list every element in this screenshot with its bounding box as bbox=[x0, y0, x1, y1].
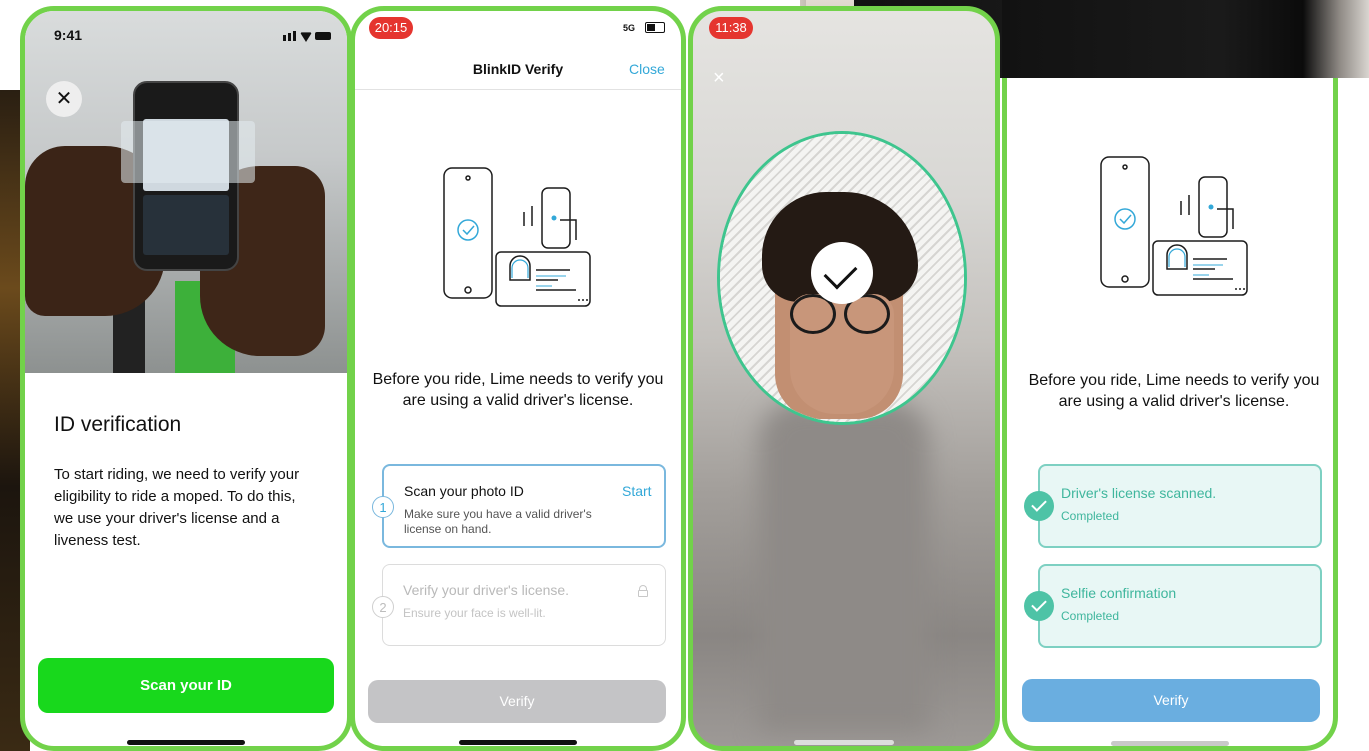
step-subtitle: Make sure you have a valid driver's lice… bbox=[404, 507, 592, 536]
blurred-body bbox=[759, 401, 929, 731]
step-license-scanned: Driver's license scanned. Completed bbox=[1038, 464, 1322, 548]
phone-screen-completed: Before you ride, Lime needs to verify yo… bbox=[1002, 0, 1338, 751]
home-indicator bbox=[459, 740, 577, 745]
lock-body bbox=[638, 590, 648, 597]
close-icon[interactable]: × bbox=[713, 67, 725, 90]
check-mark bbox=[1031, 496, 1047, 512]
step-status: Completed bbox=[1061, 609, 1120, 623]
step-subtitle: Ensure your face is well-lit. bbox=[403, 606, 546, 620]
phone-screen-id-verification: ✕ 9:41 ID verification To start riding, … bbox=[20, 6, 352, 751]
wifi-icon bbox=[300, 32, 312, 42]
phone-camera-lower bbox=[143, 195, 229, 255]
status-time: 9:41 bbox=[54, 27, 83, 43]
home-indicator bbox=[1111, 741, 1229, 746]
verify-button[interactable]: Verify bbox=[368, 680, 666, 723]
check-icon bbox=[1024, 491, 1054, 521]
signal-bar bbox=[288, 33, 291, 41]
battery-icon bbox=[645, 22, 665, 33]
phone-screen-blinkid: 20:15 5G BlinkID Verify Close Before you… bbox=[350, 6, 686, 751]
phone-screen-selfie: 11:38 × bbox=[688, 6, 1000, 751]
close-link[interactable]: Close bbox=[629, 61, 665, 77]
status-time: 11:38 bbox=[709, 17, 753, 39]
background-photo-top-right-overlay bbox=[1002, 0, 1369, 78]
verification-caption: Before you ride, Lime needs to verify yo… bbox=[1028, 372, 1320, 410]
checkmark-icon bbox=[823, 255, 858, 290]
page-title: ID verification bbox=[54, 413, 182, 436]
intro-text: To start riding, we need to verify your … bbox=[54, 466, 300, 549]
step-number-1: 1 bbox=[372, 496, 394, 518]
step-title: Selfie confirmation bbox=[1061, 585, 1177, 601]
hero-photo bbox=[25, 11, 347, 373]
scan-id-button[interactable]: Scan your ID bbox=[38, 658, 334, 713]
lock-icon bbox=[638, 585, 648, 597]
id-verification-illustration bbox=[1100, 156, 1248, 296]
step-title: Driver's license scanned. bbox=[1061, 485, 1217, 501]
check-mark bbox=[1031, 596, 1047, 612]
home-indicator bbox=[794, 740, 894, 745]
step-status: Completed bbox=[1061, 509, 1120, 523]
step-start-link[interactable]: Start bbox=[622, 483, 652, 499]
id-card bbox=[121, 121, 255, 183]
status-time: 20:15 bbox=[369, 17, 413, 39]
step-number-2: 2 bbox=[372, 596, 394, 618]
signal-icon bbox=[283, 35, 286, 41]
check-icon bbox=[1024, 591, 1054, 621]
step-selfie-confirmation: Selfie confirmation Completed bbox=[1038, 564, 1322, 648]
verification-caption: Before you ride, Lime needs to verify yo… bbox=[372, 371, 664, 409]
close-icon: ✕ bbox=[55, 88, 73, 110]
step-title: Scan your photo ID bbox=[404, 483, 524, 499]
status-icons bbox=[283, 29, 333, 43]
battery-fill bbox=[647, 24, 655, 31]
verify-button[interactable]: Verify bbox=[1022, 679, 1320, 722]
network-label: 5G bbox=[623, 23, 636, 33]
step-title: Verify your driver's license. bbox=[403, 582, 570, 598]
check-badge bbox=[811, 242, 873, 304]
step-scan-photo-id[interactable]: Scan your photo ID Start Make sure you h… bbox=[382, 464, 666, 548]
header-divider bbox=[355, 89, 681, 90]
home-indicator bbox=[127, 740, 245, 745]
close-button[interactable]: ✕ bbox=[46, 81, 82, 117]
signal-bar bbox=[293, 31, 296, 41]
battery-icon bbox=[315, 32, 331, 40]
id-verification-illustration bbox=[443, 167, 591, 307]
step-verify-license: Verify your driver's license. Ensure you… bbox=[382, 564, 666, 646]
